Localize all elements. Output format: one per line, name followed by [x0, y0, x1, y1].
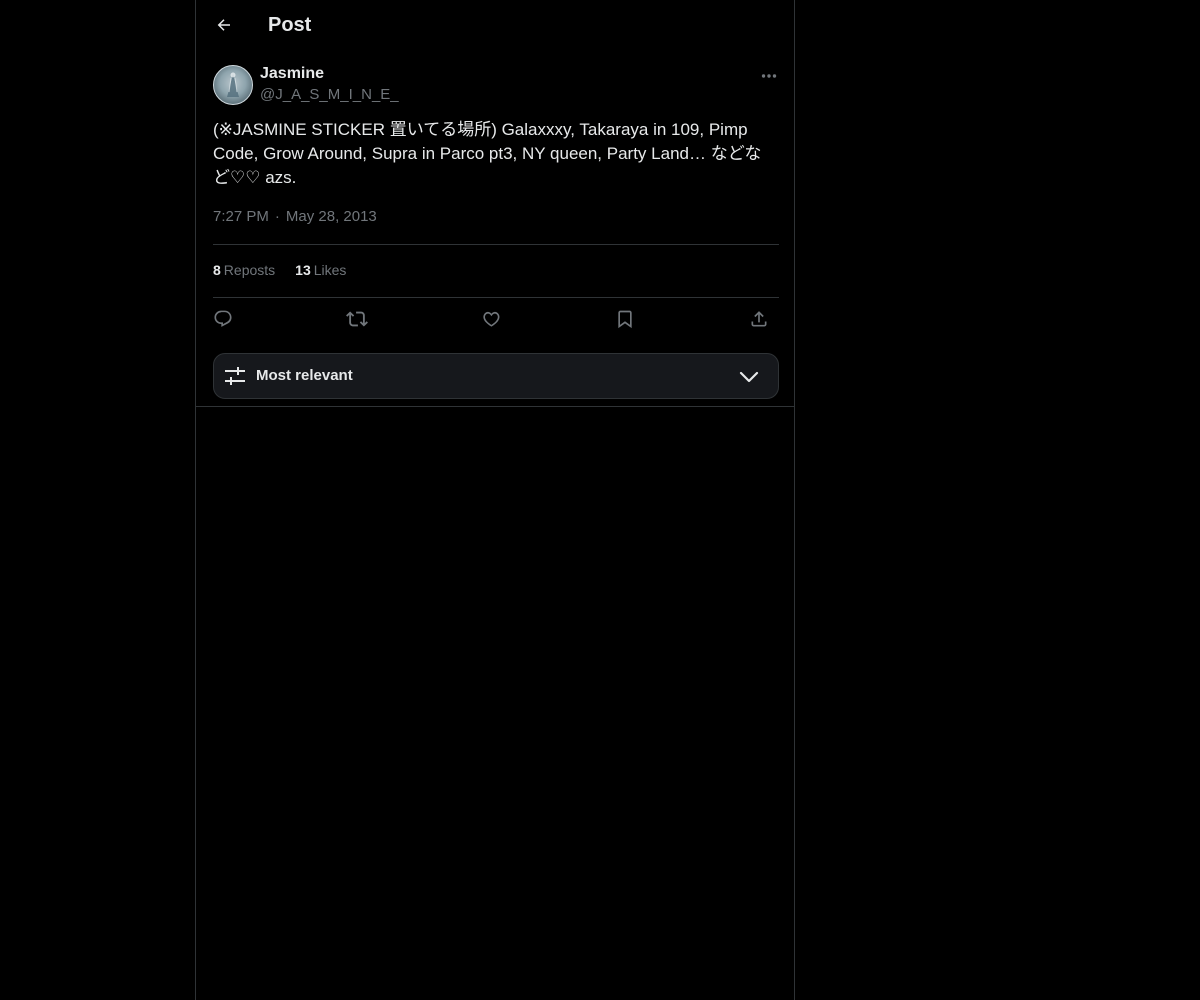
chevron-down-icon — [738, 366, 760, 388]
repost-button[interactable] — [343, 307, 371, 335]
top-bar: Post — [196, 0, 794, 54]
divider — [196, 406, 794, 407]
meta-separator: · — [274, 208, 280, 225]
author-handle[interactable]: @J_A_S_M_I_N_E_ — [260, 86, 399, 103]
more-icon — [761, 66, 777, 84]
reposts-label: Reposts — [223, 262, 276, 278]
more-options-button[interactable] — [756, 64, 782, 86]
reply-button[interactable] — [209, 307, 237, 335]
post-time[interactable]: 7:27 PM — [213, 208, 269, 225]
arrow-left-icon — [215, 16, 233, 39]
likes-count: 13 — [295, 262, 311, 278]
likes-stat[interactable]: 13 Likes — [295, 262, 346, 278]
reply-icon — [213, 309, 233, 334]
like-button[interactable] — [477, 307, 505, 335]
post-stats: 8 Reposts 13 Likes — [213, 262, 346, 278]
action-bar — [213, 307, 779, 335]
avatar[interactable] — [213, 65, 253, 105]
sliders-icon — [224, 365, 246, 387]
bookmark-icon — [615, 309, 635, 334]
reposts-count: 8 — [213, 262, 221, 278]
share-icon — [749, 309, 769, 334]
post-detail-column: Post Jasmine @J_A_S_M_I_N_E_ (※JASMINE S… — [195, 0, 795, 1000]
post-text: (※JASMINE STICKER 置いてる場所) Galaxxxy, Taka… — [213, 120, 762, 187]
back-button[interactable] — [210, 13, 238, 41]
reposts-stat[interactable]: 8 Reposts — [213, 262, 275, 278]
author-name[interactable]: Jasmine — [260, 65, 324, 83]
divider — [213, 297, 779, 298]
sort-label: Most relevant — [256, 367, 353, 384]
likes-label: Likes — [313, 262, 347, 278]
divider — [213, 244, 779, 245]
page-title: Post — [268, 14, 312, 36]
repost-icon — [346, 308, 368, 335]
post-date[interactable]: May 28, 2013 — [286, 208, 377, 225]
like-icon — [481, 309, 501, 334]
post-timestamp: 7:27 PM · May 28, 2013 — [213, 208, 377, 225]
share-button[interactable] — [745, 307, 773, 335]
sort-replies-dropdown[interactable]: Most relevant — [213, 353, 779, 399]
bookmark-button[interactable] — [611, 307, 639, 335]
